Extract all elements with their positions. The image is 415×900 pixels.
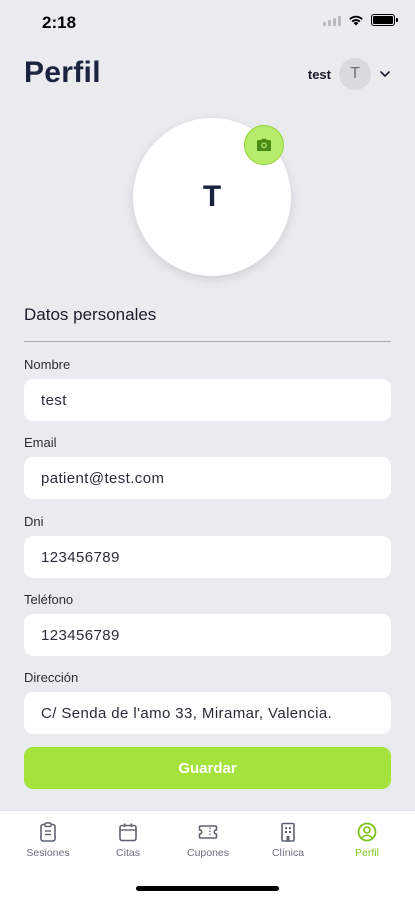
user-menu[interactable]: test T xyxy=(308,58,391,90)
dni-label: Dni xyxy=(24,514,44,529)
tab-cupones[interactable]: Cupones xyxy=(173,821,243,859)
email-field[interactable] xyxy=(24,457,391,499)
tab-label: Cupones xyxy=(186,847,230,859)
tab-label: Perfil xyxy=(355,847,379,859)
chevron-down-icon xyxy=(380,71,390,77)
battery-icon xyxy=(371,14,398,26)
avatar: T xyxy=(339,58,371,90)
signal-icon xyxy=(323,15,341,26)
clipboard-icon xyxy=(40,822,56,842)
user-circle-icon xyxy=(357,822,377,842)
home-indicator xyxy=(136,886,279,891)
tab-sesiones[interactable]: Sesiones xyxy=(13,821,83,859)
calendar-icon xyxy=(119,823,137,842)
status-icons xyxy=(323,14,398,26)
building-icon xyxy=(281,822,295,842)
divider xyxy=(24,341,391,342)
dni-field[interactable] xyxy=(24,536,391,578)
tab-label: Clínica xyxy=(271,847,305,859)
status-time: 2:18 xyxy=(42,13,77,32)
user-name: test xyxy=(307,66,331,82)
tab-clinica[interactable]: Clínica xyxy=(253,821,323,859)
direccion-field[interactable] xyxy=(24,692,391,734)
change-photo-button[interactable] xyxy=(244,125,284,165)
tab-perfil[interactable]: Perfil xyxy=(332,821,402,859)
tab-label: Sesiones xyxy=(26,847,70,859)
wifi-icon xyxy=(349,15,363,26)
nombre-label: Nombre xyxy=(24,357,71,372)
section-title: Datos personales xyxy=(24,305,157,324)
tab-label: Citas xyxy=(116,847,140,859)
tab-citas[interactable]: Citas xyxy=(93,821,163,859)
save-button[interactable]: Guardar xyxy=(24,747,391,789)
ticket-icon xyxy=(198,825,218,839)
telefono-field[interactable] xyxy=(24,614,391,656)
camera-icon xyxy=(257,138,271,151)
telefono-label: Teléfono xyxy=(24,592,74,607)
nombre-field[interactable] xyxy=(24,379,391,421)
email-label: Email xyxy=(24,435,57,450)
page-title: Perfil xyxy=(24,56,101,89)
direccion-label: Dirección xyxy=(24,670,79,685)
status-bar: 2:18 xyxy=(0,0,415,44)
